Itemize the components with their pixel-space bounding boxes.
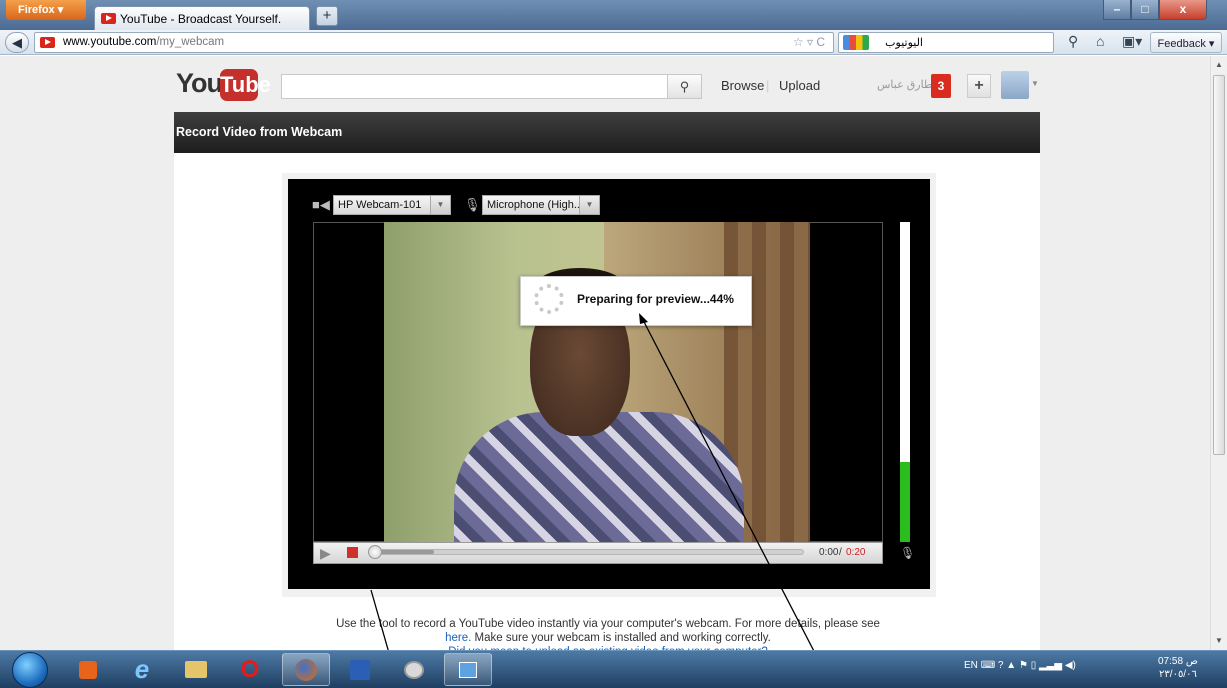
firefox-menu-button[interactable]: Firefox ▾	[6, 0, 86, 20]
microphone-icon: 🎙	[464, 197, 481, 212]
window-titlebar: Firefox ▾ YouTube - Broadcast Yourself. …	[0, 0, 1227, 30]
help-line-2: Make sure your webcam is installed and w…	[474, 632, 771, 644]
page-title: Record Video from Webcam	[174, 112, 1040, 153]
microphone-select[interactable]: Microphone (High.. ▼	[482, 195, 600, 215]
help-link-here[interactable]: here.	[445, 632, 471, 644]
url-bar[interactable]: www.youtube.com/my_webcam ☆ ▿ C	[34, 32, 834, 53]
clock-time: 07:58 ص	[1158, 656, 1198, 667]
time-total: 0:20	[846, 547, 866, 558]
avatar[interactable]	[1001, 71, 1029, 99]
close-window-button[interactable]: x	[1159, 0, 1207, 20]
power-icon[interactable]: ▯	[1031, 660, 1037, 671]
camera-icon: ■◀	[312, 197, 330, 212]
progress-bar[interactable]	[368, 549, 804, 555]
header-separator: |	[766, 78, 770, 93]
tab-title: YouTube - Broadcast Yourself.	[120, 12, 282, 26]
preview-status-text: Preparing for preview...44%	[577, 292, 734, 306]
media-player-icon[interactable]	[64, 653, 112, 686]
minimize-button[interactable]: –	[1103, 0, 1131, 20]
new-tab-button[interactable]: +	[316, 6, 338, 26]
time-current: 0:00	[819, 547, 839, 558]
back-button[interactable]: ◀	[5, 32, 29, 53]
search-engine-icon[interactable]	[843, 35, 869, 50]
file-explorer-icon[interactable]	[172, 653, 220, 686]
firefox-menu-label: Firefox	[18, 4, 55, 16]
scroll-up-icon[interactable]: ▲	[1215, 60, 1223, 69]
network-signal-icon[interactable]: ▂▃▅	[1039, 660, 1062, 671]
youtube-favicon-icon	[101, 13, 116, 24]
feedback-button[interactable]: Feedback ▾	[1150, 32, 1222, 53]
camera-select-value: HP Webcam-101	[338, 199, 422, 211]
username-link[interactable]: طارق عباس	[877, 78, 933, 91]
chevron-down-icon: ▼	[430, 196, 450, 214]
site-favicon-icon	[40, 37, 55, 48]
upload-link[interactable]: Upload	[779, 78, 820, 93]
start-button[interactable]	[12, 652, 48, 688]
word-icon[interactable]	[336, 653, 384, 686]
url-path: /my_webcam	[156, 36, 225, 48]
feedback-label: Feedback	[1157, 38, 1206, 50]
progress-handle[interactable]	[368, 545, 382, 559]
remote-desktop-icon[interactable]	[444, 653, 492, 686]
scrollbar-thumb[interactable]	[1213, 75, 1225, 455]
system-tray: EN ⌨ ? ▲ ⚑ ▯ ▂▃▅ ◀)	[964, 660, 1076, 671]
help-line-1: Use the tool to record a YouTube video i…	[336, 618, 880, 630]
mic-level-fill	[900, 462, 910, 542]
avatar-dropdown-icon[interactable]: ▼	[1031, 79, 1039, 88]
loading-spinner-icon	[534, 284, 564, 314]
maximize-button[interactable]: □	[1131, 0, 1159, 20]
logo-you-text: You	[176, 68, 223, 98]
youtube-search-button[interactable]: ⚲	[668, 74, 702, 99]
system-clock[interactable]: 07:58 ص ٢٣/٠٥/٠٦	[1158, 655, 1198, 681]
home-icon[interactable]: ⌂	[1096, 33, 1104, 52]
search-bar-text: اليوتيوب	[885, 37, 923, 49]
reload-icon[interactable]: C	[816, 35, 825, 49]
chevron-down-icon: ▼	[579, 196, 599, 214]
paint-icon[interactable]	[390, 653, 438, 686]
scroll-down-icon[interactable]: ▼	[1215, 636, 1223, 645]
bookmark-star-icon[interactable]: ☆ ▿ C	[793, 35, 825, 49]
volume-icon[interactable]: ◀)	[1065, 660, 1076, 671]
play-icon[interactable]: ▶	[320, 545, 331, 562]
time-separator: /	[839, 547, 842, 558]
page-scrollbar[interactable]: ▲ ▼	[1210, 56, 1227, 650]
notification-badge[interactable]: 3	[931, 74, 951, 98]
stop-record-button[interactable]	[347, 547, 358, 558]
browse-link[interactable]: Browse	[721, 78, 764, 93]
search-bar[interactable]: اليوتيوب	[838, 32, 1054, 53]
navigation-bar: ◀ www.youtube.com/my_webcam ☆ ▿ C اليوتي…	[0, 30, 1227, 55]
show-hidden-icons-icon[interactable]: ▲	[1006, 660, 1016, 671]
url-host: www.youtube.com	[63, 36, 157, 48]
logo-tube-text: Tube	[220, 69, 271, 101]
firefox-icon[interactable]	[282, 653, 330, 686]
url-text[interactable]: www.youtube.com/my_webcam	[63, 36, 224, 48]
camera-select[interactable]: HP Webcam-101 ▼	[333, 195, 451, 215]
opera-icon[interactable]: O	[226, 653, 274, 686]
bookmarks-icon[interactable]: ▣▾	[1122, 33, 1142, 52]
help-icon[interactable]: ?	[998, 660, 1004, 671]
clock-date: ٢٣/٠٥/٠٦	[1159, 669, 1197, 680]
language-indicator[interactable]: EN	[964, 660, 978, 671]
microphone-select-value: Microphone (High..	[487, 199, 580, 211]
action-center-flag-icon[interactable]: ⚑	[1019, 660, 1028, 671]
internet-explorer-icon[interactable]: e	[118, 653, 166, 686]
search-icon[interactable]: ⚲	[1068, 33, 1078, 52]
youtube-search-input[interactable]	[281, 74, 668, 99]
mic-level-meter	[900, 222, 910, 542]
keyboard-icon[interactable]: ⌨	[981, 660, 995, 671]
webcam-feed	[384, 222, 810, 542]
tab-youtube[interactable]: YouTube - Broadcast Yourself.	[94, 6, 310, 30]
window-controls: – □ x	[1103, 0, 1221, 20]
microphone-small-icon: 🎙	[900, 546, 916, 560]
add-button[interactable]: +	[967, 74, 991, 98]
